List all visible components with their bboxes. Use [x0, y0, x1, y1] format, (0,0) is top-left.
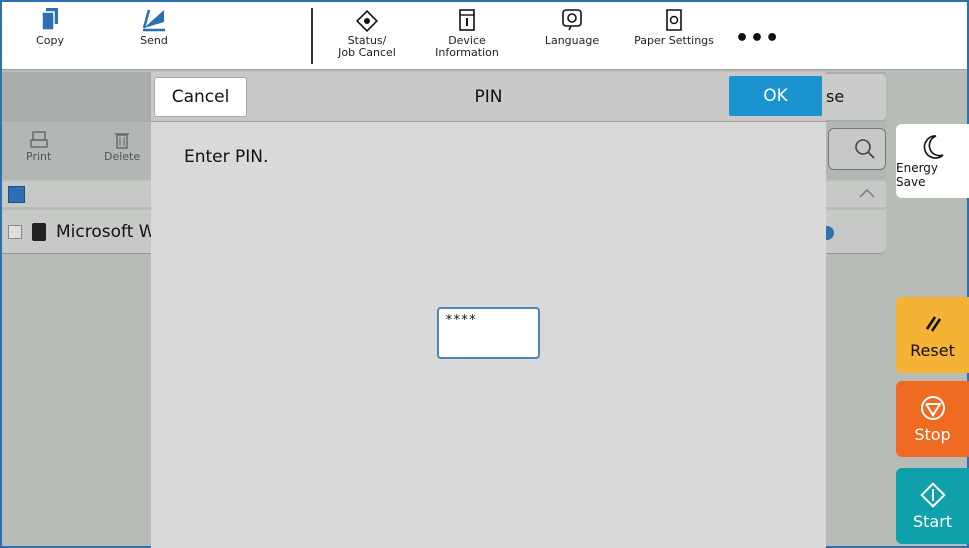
chevron-up-icon: [859, 188, 875, 198]
trash-icon: [115, 133, 130, 149]
language-button[interactable]: Language: [532, 2, 612, 70]
print-label: Print: [26, 150, 52, 163]
energy-saver-label: Energy Save: [896, 161, 939, 189]
energy-saver-button[interactable]: Energy Save: [896, 124, 969, 198]
stop-label: Stop: [914, 424, 951, 444]
send-icon: [140, 2, 168, 32]
stop-button[interactable]: Stop: [896, 381, 969, 457]
eye-icon: [356, 2, 378, 32]
delete-label: Delete: [104, 150, 141, 163]
more-options-icon[interactable]: •••: [735, 26, 780, 51]
select-all-checkbox-icon: [8, 186, 25, 203]
status-job-cancel-button[interactable]: Status/ Job Cancel: [327, 2, 407, 70]
pin-dialog-header: Cancel PIN OK: [151, 72, 826, 122]
background-print-button: Print: [26, 130, 51, 163]
device-info-icon: [458, 2, 476, 32]
copy-label: Copy: [36, 34, 64, 47]
copy-icon: [39, 2, 61, 32]
start-icon: [919, 481, 946, 508]
background-search-box: [828, 128, 886, 170]
top-toolbar: Copy Send Status/ Job Cancel Device Info…: [2, 2, 967, 70]
send-label: Send: [140, 34, 168, 47]
file-icon: [32, 223, 46, 241]
background-delete-button: Delete: [104, 130, 140, 163]
start-label: Start: [912, 511, 953, 531]
paper-settings-button[interactable]: Paper Settings: [624, 2, 724, 70]
row-checkbox-icon: [8, 225, 22, 239]
search-icon: [855, 139, 875, 159]
ok-button[interactable]: OK: [729, 76, 822, 116]
moon-icon: [923, 135, 944, 159]
device-information-button[interactable]: Device Information: [427, 2, 507, 70]
cancel-button[interactable]: Cancel: [154, 77, 247, 117]
stop-icon: [920, 395, 945, 420]
reset-button[interactable]: Reset: [896, 297, 969, 373]
background-close-button: se: [822, 74, 886, 120]
status-label-2: Job Cancel: [338, 46, 396, 59]
language-label: Language: [544, 34, 600, 47]
print-icon: [29, 131, 48, 148]
reset-label: Reset: [910, 340, 955, 360]
start-button[interactable]: Start: [896, 468, 969, 544]
paper-settings-icon: [664, 2, 684, 32]
pin-dialog: Cancel PIN OK Enter PIN. ****: [151, 72, 826, 548]
paper-settings-label: Paper Settings: [634, 34, 714, 47]
toolbar-divider: [311, 8, 313, 64]
copy-button[interactable]: Copy: [20, 2, 80, 70]
language-icon: [561, 2, 583, 32]
background-row-label: Microsoft W: [56, 222, 156, 242]
pin-prompt: Enter PIN.: [184, 147, 269, 167]
pin-input[interactable]: ****: [437, 307, 540, 359]
device-label-2: Information: [435, 46, 499, 59]
reset-icon: [925, 315, 941, 332]
send-button[interactable]: Send: [122, 2, 186, 70]
dialog-title: PIN: [474, 87, 503, 107]
